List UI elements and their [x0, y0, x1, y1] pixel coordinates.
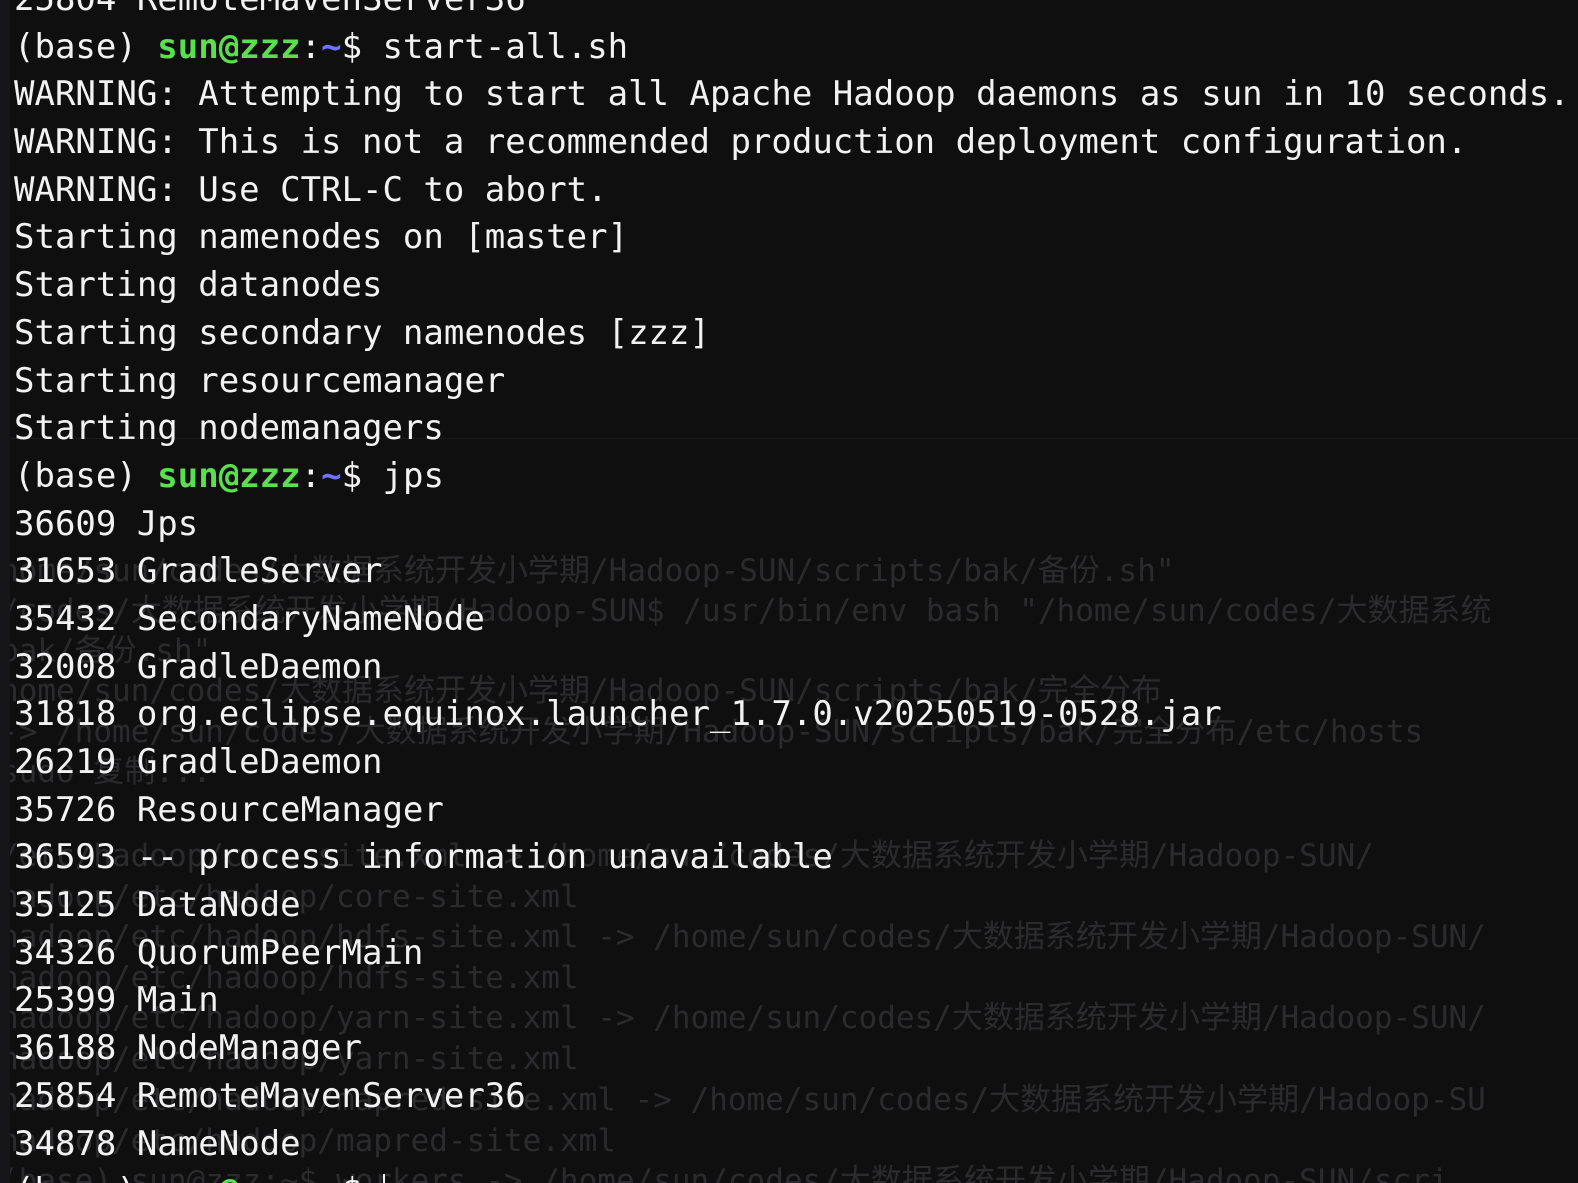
- output-line: 35726 ResourceManager: [14, 789, 444, 830]
- prompt-user: sun@zzz: [157, 455, 301, 496]
- prompt-path: ~: [321, 455, 342, 496]
- prompt-separator: :: [300, 455, 322, 496]
- output-line: 31653 GradleServer: [14, 551, 383, 592]
- output-line: WARNING: Attempting to start all Apache …: [14, 74, 1570, 115]
- terminal-output: 25804 RemoteMavenServer36(base) sun@zzz:…: [14, 0, 1574, 1183]
- output-line: Starting datanodes: [14, 265, 383, 306]
- output-line: Starting namenodes on [master]: [14, 217, 629, 258]
- output-line: 26219 GradleDaemon: [14, 742, 383, 782]
- output-line: Starting resourcemanager: [14, 360, 506, 401]
- prompt-user: sun@zzz: [157, 26, 301, 67]
- window-edge: [0, 0, 10, 1183]
- output-line: 34878 NameNode: [14, 1123, 301, 1164]
- output-line: Starting nodemanagers: [14, 408, 444, 449]
- prompt-symbol: $: [342, 1171, 383, 1183]
- prompt-env: (base): [14, 26, 158, 67]
- prompt-path: ~: [321, 26, 342, 67]
- prompt-env: (base): [14, 455, 158, 496]
- prompt-command: start-all.sh: [382, 26, 629, 67]
- output-line: WARNING: This is not a recommended produ…: [14, 122, 1468, 163]
- terminal-window[interactable]: home/sun/codes/大数据系统开发小学期/Hadoop-SUN/scr…: [0, 0, 1578, 1183]
- output-line: 35125 DataNode: [14, 885, 301, 926]
- prompt-user: sun@zzz: [157, 1171, 300, 1183]
- prompt-symbol: $: [341, 26, 383, 67]
- output-line: 34326 QuorumPeerMain: [14, 932, 424, 973]
- prompt-path: ~: [321, 1171, 341, 1183]
- output-line: 25854 RemoteMavenServer36: [14, 1075, 526, 1116]
- output-line: 35432 SecondaryNameNode: [14, 598, 485, 639]
- text-cursor: [382, 1174, 385, 1183]
- prompt-line: (base) sun@zzz:~$: [14, 1168, 1574, 1183]
- prompt-line: (base) sun@zzz:~$ start-all.sh: [14, 24, 1574, 72]
- prompt-separator: :: [300, 26, 322, 67]
- prompt-env: (base): [14, 1171, 157, 1183]
- output-line: Starting secondary namenodes [zzz]: [14, 312, 710, 353]
- prompt-symbol: $: [341, 455, 383, 496]
- output-line: 32008 GradleDaemon: [14, 646, 383, 687]
- prompt-command: jps: [382, 455, 444, 496]
- output-line: 36593 -- process information unavailable: [14, 837, 833, 878]
- output-line: 25399 Main: [14, 980, 219, 1021]
- output-line: WARNING: Use CTRL-C to abort.: [14, 169, 608, 210]
- output-line: 36609 Jps: [14, 503, 199, 544]
- output-line: 36188 NodeManager: [14, 1028, 362, 1069]
- output-line: 25804 RemoteMavenServer36: [14, 0, 1574, 24]
- prompt-separator: :: [301, 1171, 321, 1183]
- prompt-line: (base) sun@zzz:~$ jps: [14, 453, 1574, 501]
- output-line: 31818 org.eclipse.equinox.launcher_1.7.0…: [14, 694, 1222, 735]
